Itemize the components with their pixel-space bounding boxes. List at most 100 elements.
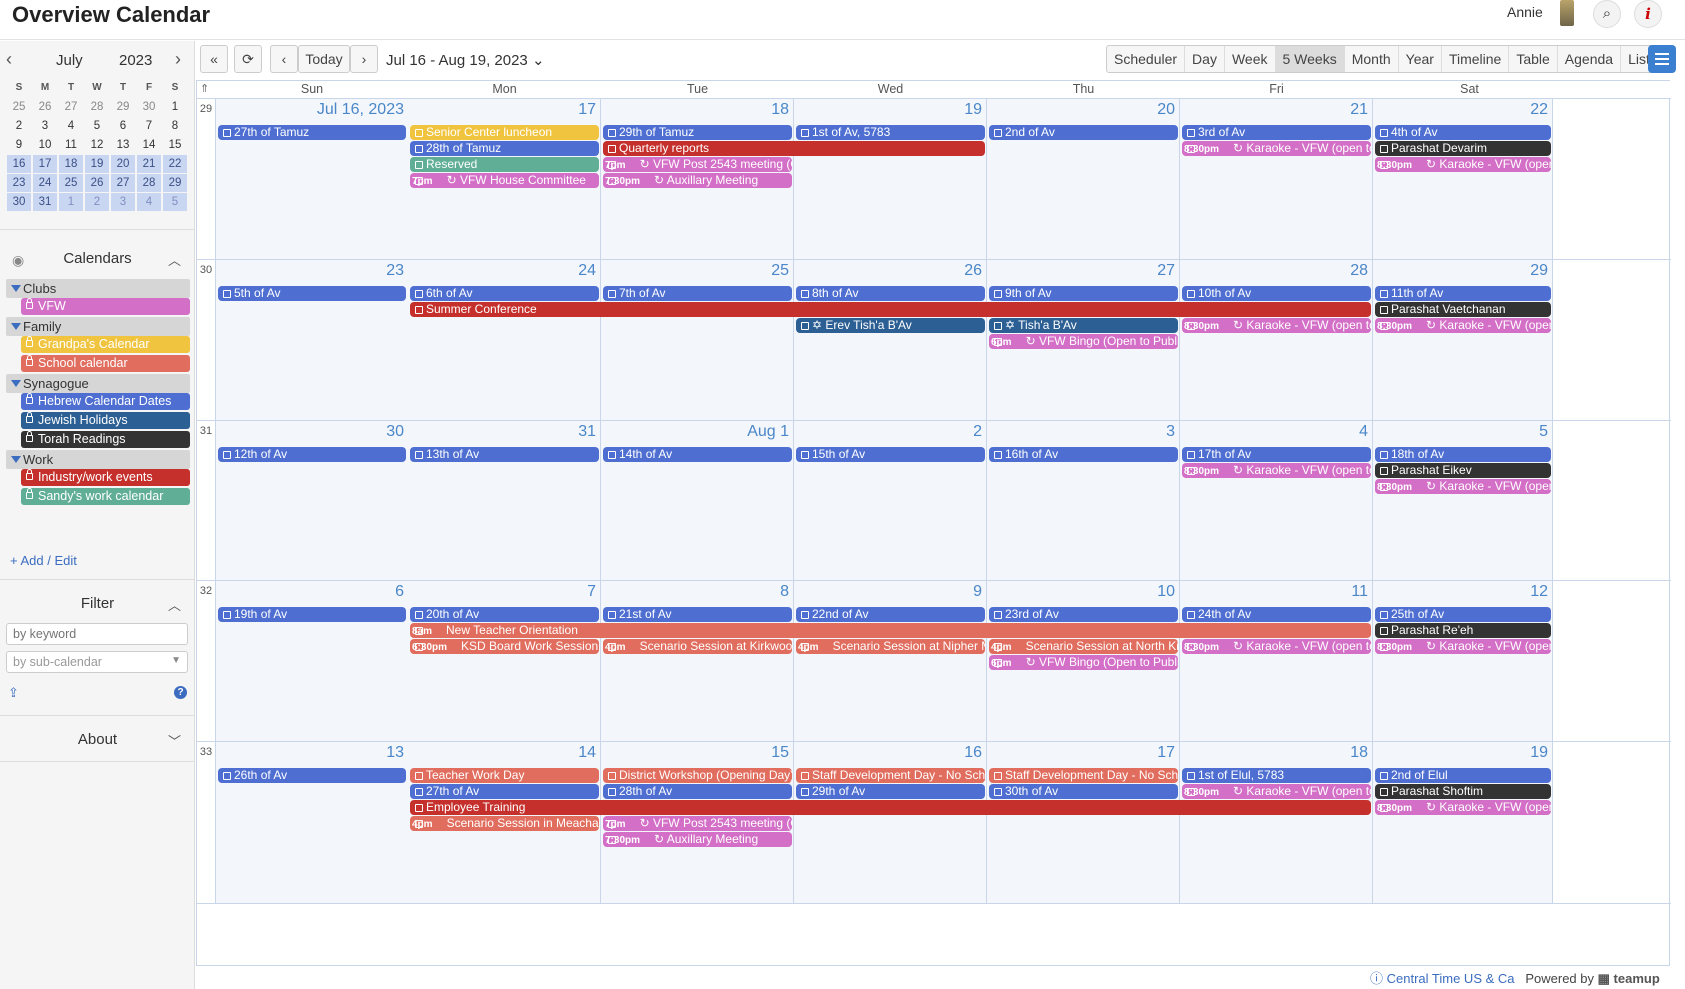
day-cell[interactable]: 25 — [601, 260, 794, 420]
event[interactable]: 26th of Av — [218, 768, 406, 783]
event[interactable]: 9th of Av — [989, 286, 1178, 301]
subcalendar-filter-select[interactable]: by sub-calendar ▼ — [6, 651, 188, 673]
event[interactable]: 28th of Av — [603, 784, 792, 799]
mini-year[interactable]: 2023 — [119, 52, 152, 69]
day-number[interactable]: 18 — [771, 101, 789, 119]
mini-day[interactable]: 30 — [7, 193, 31, 211]
event[interactable]: 8:30pm ↻ Karaoke - VFW (open to t — [1182, 141, 1371, 156]
subcalendar-item[interactable]: Hebrew Calendar Dates — [21, 393, 190, 410]
day-number[interactable]: 20 — [1157, 101, 1175, 119]
day-number[interactable]: 29 — [1530, 262, 1548, 280]
user-name[interactable]: Annie — [1507, 4, 1543, 20]
view-button-scheduler[interactable]: Scheduler — [1107, 46, 1186, 72]
subcalendar-item[interactable]: Sandy's work calendar — [21, 488, 190, 505]
event[interactable]: 7pm ↻ VFW Post 2543 meeting (Op — [603, 816, 792, 831]
day-number[interactable]: 18 — [1350, 744, 1368, 762]
day-cell[interactable]: 4 — [1180, 421, 1373, 580]
day-number[interactable]: 11 — [1351, 583, 1368, 601]
mini-day[interactable]: 1 — [59, 193, 83, 211]
mini-day[interactable]: 19 — [85, 155, 109, 173]
event[interactable]: 18th of Av — [1375, 447, 1551, 462]
event[interactable]: 4pm Scenario Session at North Kirk — [989, 639, 1178, 654]
day-cell[interactable]: 23 — [216, 260, 409, 420]
event[interactable]: 6pm ↻ VFW Bingo (Open to Public) — [989, 334, 1178, 349]
day-number[interactable]: 14 — [578, 744, 596, 762]
event[interactable]: 15th of Av — [796, 447, 985, 462]
day-cell[interactable]: 19 — [1373, 742, 1553, 903]
day-cell[interactable]: Jul 16, 2023 — [216, 99, 409, 259]
event[interactable]: Parashat Eikev — [1375, 463, 1551, 478]
event[interactable]: ✡ Tish'a B'Av — [989, 318, 1178, 333]
day-number[interactable]: 10 — [1157, 583, 1175, 601]
subcalendar-item[interactable]: Industry/work events — [21, 469, 190, 486]
event[interactable]: 8:30pm ↻ Karaoke - VFW (open to t — [1182, 318, 1371, 333]
view-button-agenda[interactable]: Agenda — [1558, 46, 1622, 72]
view-button-week[interactable]: Week — [1225, 46, 1276, 72]
mini-day[interactable]: 26 — [32, 98, 58, 116]
mini-day[interactable]: 2 — [85, 193, 109, 211]
event[interactable]: 27th of Av — [410, 784, 599, 799]
mini-prev-icon[interactable]: ‹ — [6, 49, 12, 70]
event[interactable]: 4pm Scenario Session at Nipher Mid — [796, 639, 985, 654]
mini-day[interactable]: 24 — [33, 174, 57, 192]
event[interactable]: Reserved — [410, 157, 599, 172]
event[interactable]: Teacher Work Day — [410, 768, 599, 783]
event[interactable]: 25th of Av — [1375, 607, 1551, 622]
prev-icon[interactable]: ‹ — [270, 45, 298, 73]
week-number[interactable]: 31 — [197, 421, 216, 580]
day-number[interactable]: 27 — [1157, 262, 1175, 280]
day-number[interactable]: 19 — [964, 101, 982, 119]
week-number[interactable]: 30 — [197, 260, 216, 420]
day-number[interactable]: 31 — [578, 423, 596, 441]
week-number[interactable]: 32 — [197, 581, 216, 741]
day-cell[interactable]: 9 — [794, 581, 987, 741]
mini-day[interactable]: 9 — [6, 136, 32, 154]
day-cell[interactable]: 18 — [1180, 742, 1373, 903]
event[interactable]: ✡ Erev Tish'a B'Av — [796, 318, 985, 333]
event[interactable]: 19th of Av — [218, 607, 406, 622]
about-header[interactable]: About ﹀ — [0, 727, 195, 755]
event[interactable]: Parashat Re'eh — [1375, 623, 1551, 638]
event[interactable]: 7pm ↻ VFW House Committee — [410, 173, 599, 188]
day-number[interactable]: 22 — [1530, 101, 1548, 119]
event[interactable]: 5th of Av — [218, 286, 406, 301]
share-icon[interactable]: ⇪ — [8, 685, 19, 701]
event[interactable]: 4pm Scenario Session at Kirkwood — [603, 639, 792, 654]
teamup-logo[interactable]: ▦ teamup — [1598, 971, 1660, 986]
day-number[interactable]: 15 — [771, 744, 789, 762]
mini-day[interactable]: 27 — [111, 174, 135, 192]
mini-day[interactable]: 21 — [137, 155, 161, 173]
day-number[interactable]: 19 — [1530, 744, 1548, 762]
add-edit-link[interactable]: + Add / Edit — [10, 553, 77, 568]
day-cell[interactable]: 3 — [987, 421, 1180, 580]
calendar-group[interactable]: Clubs — [6, 279, 190, 298]
mini-day[interactable]: 25 — [59, 174, 83, 192]
day-number[interactable]: Aug 1 — [747, 423, 789, 441]
mini-day[interactable]: 5 — [84, 117, 110, 135]
event[interactable]: 4pm Scenario Session in Meacham — [410, 816, 599, 831]
event[interactable]: Employee Training — [410, 800, 1371, 815]
event[interactable]: 12th of Av — [218, 447, 406, 462]
event[interactable]: 14th of Av — [603, 447, 792, 462]
day-number[interactable]: 26 — [964, 262, 982, 280]
mini-day[interactable]: 20 — [111, 155, 135, 173]
week-number[interactable]: 29 — [197, 99, 216, 259]
day-cell[interactable]: 20 — [987, 99, 1180, 259]
event[interactable]: District Workshop (Opening Day) — [603, 768, 792, 783]
day-cell[interactable]: 29 — [1373, 260, 1553, 420]
day-number[interactable]: 4 — [1359, 423, 1368, 441]
day-number[interactable]: 13 — [386, 744, 404, 762]
day-cell[interactable]: 26 — [794, 260, 987, 420]
event[interactable]: 10th of Av — [1182, 286, 1371, 301]
mini-day[interactable]: 3 — [32, 117, 58, 135]
mini-day[interactable]: 30 — [136, 98, 162, 116]
view-button-timeline[interactable]: Timeline — [1442, 46, 1510, 72]
day-number[interactable]: 17 — [1157, 744, 1175, 762]
day-cell[interactable]: Aug 1 — [601, 421, 794, 580]
calendar-group[interactable]: Work — [6, 450, 190, 469]
mini-day[interactable]: 28 — [84, 98, 110, 116]
event[interactable]: Staff Development Day - No Schoo — [796, 768, 985, 783]
mini-next-icon[interactable]: › — [175, 49, 181, 70]
day-cell[interactable]: 11 — [1180, 581, 1373, 741]
day-cell[interactable]: 22 — [1373, 99, 1553, 259]
